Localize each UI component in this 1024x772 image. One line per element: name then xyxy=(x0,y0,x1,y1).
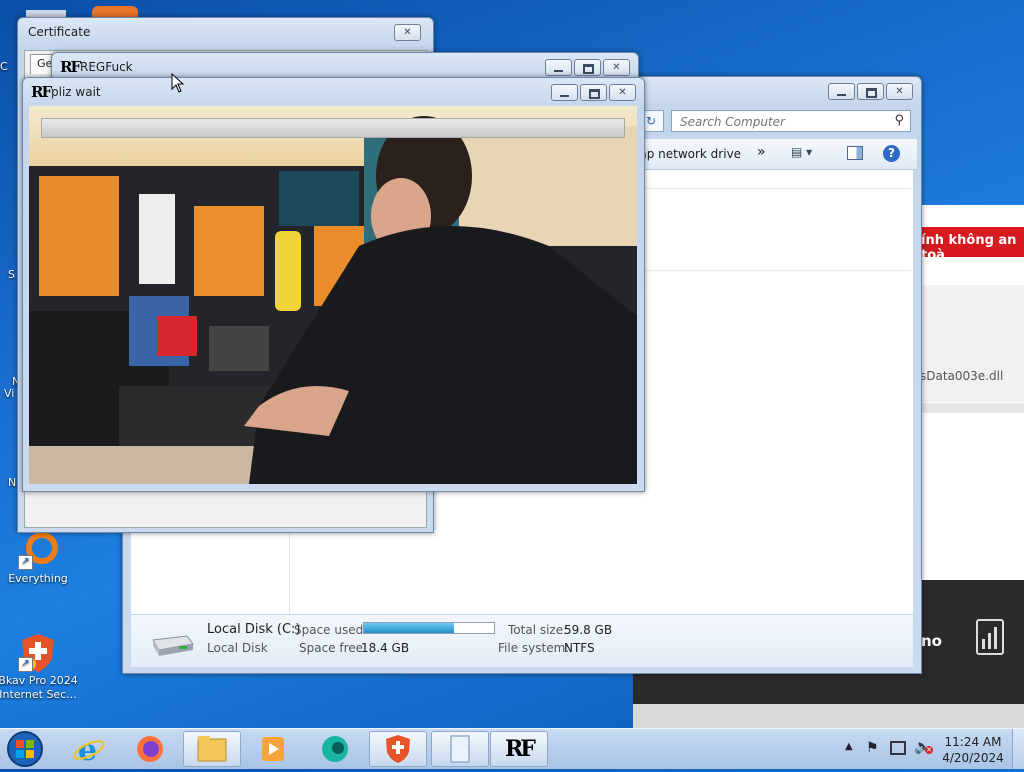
notepad-icon xyxy=(450,735,470,763)
search-input[interactable] xyxy=(678,112,882,132)
show-hidden-icons-button[interactable]: ▲ xyxy=(845,741,853,752)
progress-bar xyxy=(41,118,625,138)
refresh-icon: ↻ xyxy=(645,114,657,128)
bkav-icon: ↗ xyxy=(18,632,58,672)
drive-type: Local Disk xyxy=(207,641,268,655)
video-frame xyxy=(29,106,637,484)
bkav-file-text: sData003e.dll xyxy=(920,369,1004,383)
pliz-wait-window[interactable]: RF pliz wait xyxy=(22,77,645,492)
help-icon[interactable]: ? xyxy=(883,145,900,162)
drive-name: Local Disk (C:) xyxy=(207,622,301,637)
window-title: pliz wait xyxy=(51,85,101,99)
desktop-fragment-n2: N xyxy=(8,476,17,489)
window-title: Certificate xyxy=(28,25,91,39)
network-icon[interactable] xyxy=(890,741,906,755)
close-button[interactable] xyxy=(886,83,913,100)
shortcut-arrow-icon: ↗ xyxy=(18,555,33,570)
close-button[interactable] xyxy=(609,84,636,101)
clock-date: 4/20/2024 xyxy=(942,751,1004,765)
search-icon[interactable]: ⚲ xyxy=(894,113,904,128)
maximize-button[interactable] xyxy=(580,84,607,101)
regfuck-logo-icon: RF xyxy=(31,83,52,101)
space-used-bar xyxy=(363,622,495,634)
bkav-footer-strip xyxy=(633,704,1024,728)
desktop-fragment-c: C xyxy=(0,60,8,73)
minimize-button[interactable] xyxy=(551,84,578,101)
maximize-button[interactable] xyxy=(857,83,884,100)
view-options-icon[interactable]: ▤ ▾ xyxy=(791,145,823,163)
bkav-grey-block xyxy=(922,285,1024,402)
map-network-drive-button[interactable]: Map network drive xyxy=(629,147,741,161)
close-button[interactable] xyxy=(394,24,421,41)
space-free-value: 18.4 GB xyxy=(361,641,410,655)
clock[interactable]: 11:24 AM 4/20/2024 xyxy=(942,734,1004,766)
pliz-caption-buttons xyxy=(551,84,636,101)
desktop-icon-bkav[interactable]: ↗ Bkav Pro 2024 Internet Sec... xyxy=(0,632,80,702)
desktop-icon-everything[interactable]: ↗ Everything xyxy=(0,530,80,586)
bkav-alert-text: ính không an toà xyxy=(921,233,1017,263)
file-system-value: NTFS xyxy=(564,641,595,655)
maximize-button[interactable] xyxy=(574,59,601,76)
taskbar-media-player[interactable] xyxy=(244,731,302,767)
explorer-caption-buttons xyxy=(828,83,913,100)
video-scene-image xyxy=(29,106,637,484)
folder-icon xyxy=(197,736,227,762)
taskbar-app-teal[interactable] xyxy=(306,731,364,767)
search-box[interactable]: ⚲ xyxy=(671,110,911,132)
teal-app-icon xyxy=(322,736,348,762)
taskbar-firefox[interactable] xyxy=(121,731,179,767)
everything-icon: ↗ xyxy=(18,530,58,570)
mouse-cursor-icon xyxy=(171,72,185,96)
start-button[interactable] xyxy=(4,729,46,769)
file-system-label: File system: xyxy=(498,641,570,655)
desktop-icon-label-2: Internet Sec... xyxy=(0,688,77,701)
desktop-fragment-vi: Vi xyxy=(4,387,15,400)
preview-pane-icon[interactable] xyxy=(847,146,863,160)
volume-muted-x-icon: ✕ xyxy=(925,746,933,754)
bkav-bottom-text: no xyxy=(921,632,942,650)
taskbar-file-explorer[interactable] xyxy=(183,731,241,767)
total-size-label: Total size: xyxy=(508,623,568,637)
space-used-label: Space used: xyxy=(294,623,368,637)
desktop-icon-label: Everything xyxy=(8,572,68,585)
regfuck-logo-icon: RF xyxy=(505,736,536,762)
minimize-button[interactable] xyxy=(545,59,572,76)
regfuck-caption-buttons xyxy=(545,59,630,76)
close-button[interactable] xyxy=(603,59,630,76)
svg-text:e: e xyxy=(78,733,97,767)
clock-time: 11:24 AM xyxy=(944,735,1002,749)
bkav-icon xyxy=(386,735,410,763)
more-commands-button[interactable]: » xyxy=(757,144,766,160)
bkav-chart-icon[interactable] xyxy=(976,619,1004,655)
taskbar: e RF ▲ ⚑ 🔈 ✕ 11:24 AM 4/20/2024 xyxy=(0,728,1024,769)
certificate-caption-buttons xyxy=(394,24,421,41)
shortcut-arrow-icon: ↗ xyxy=(18,657,33,672)
regfuck-logo-icon: RF xyxy=(60,58,81,76)
firefox-icon xyxy=(137,736,163,762)
minimize-button[interactable] xyxy=(828,83,855,100)
action-center-flag-icon[interactable]: ⚑ xyxy=(866,740,879,756)
desktop-icon-label: Bkav Pro 2024 xyxy=(0,674,78,687)
taskbar-notepad[interactable] xyxy=(431,731,489,767)
taskbar-regfuck[interactable]: RF xyxy=(490,731,548,767)
windows-orb-icon xyxy=(7,731,43,767)
taskbar-bkav[interactable] xyxy=(369,731,427,767)
bkav-separator xyxy=(922,403,1024,413)
window-title: REGFuck xyxy=(80,60,133,74)
desktop-fragment-s: S xyxy=(8,268,15,281)
space-used-fill xyxy=(364,623,454,633)
drive-icon xyxy=(149,632,195,661)
taskbar-internet-explorer[interactable]: e xyxy=(60,731,118,768)
internet-explorer-icon: e xyxy=(73,733,105,768)
space-free-label: Space free: xyxy=(299,641,368,655)
total-size-value: 59.8 GB xyxy=(564,623,613,637)
show-desktop-button[interactable] xyxy=(1012,729,1024,769)
media-player-icon xyxy=(262,737,284,761)
